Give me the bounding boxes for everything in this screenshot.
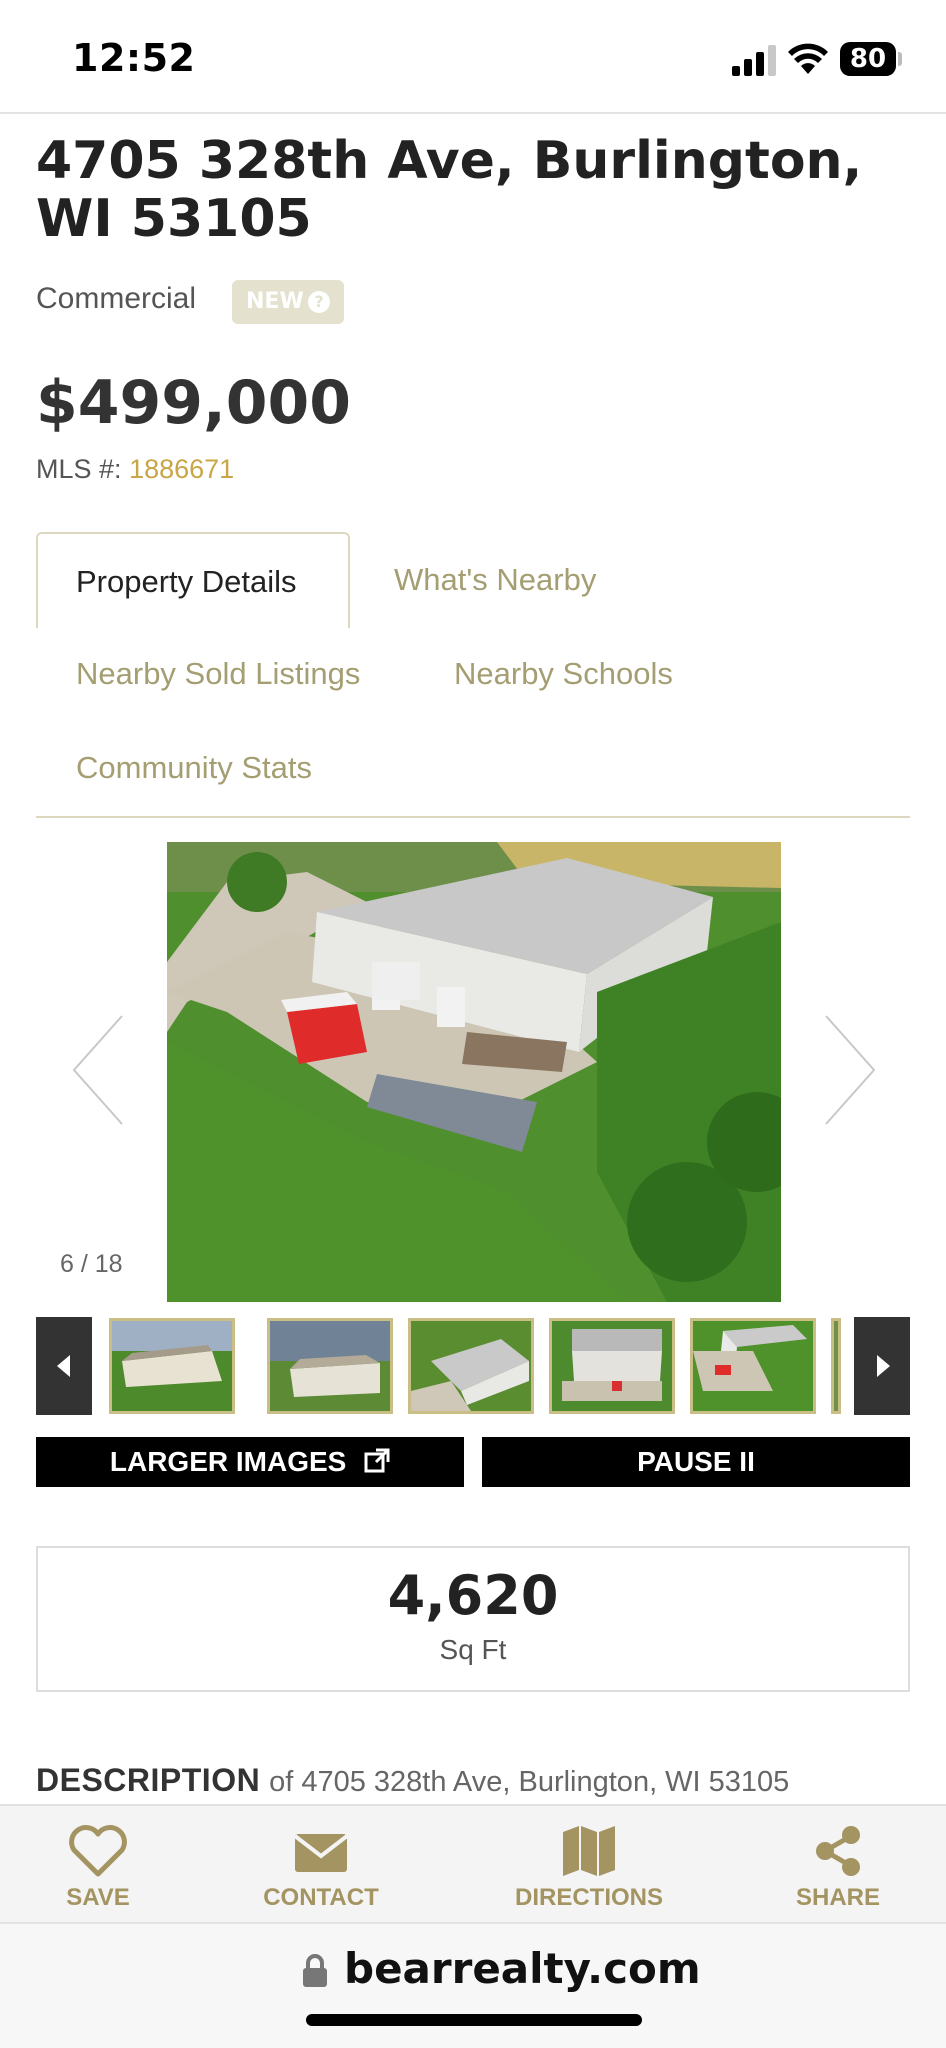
pause-slideshow-button[interactable]: PAUSE II <box>482 1437 910 1487</box>
wifi-icon <box>788 43 828 74</box>
contact-label: CONTACT <box>263 1884 379 1911</box>
help-icon: ? <box>308 291 330 313</box>
save-button[interactable]: SAVE <box>52 1824 144 1912</box>
status-time: 12:52 <box>72 36 196 80</box>
tab-whats-nearby[interactable]: What's Nearby <box>394 562 596 598</box>
tab-community-stats[interactable]: Community Stats <box>76 750 312 786</box>
battery-indicator: 80 <box>840 42 902 76</box>
description-title: DESCRIPTION <box>36 1762 261 1798</box>
tabs-divider <box>36 816 910 818</box>
mls-line: MLS #: 1886671 <box>36 454 234 485</box>
square-footage-card: 4,620 Sq Ft <box>36 1546 910 1692</box>
thumbnails-prev-button[interactable] <box>36 1317 92 1415</box>
cellular-signal-icon <box>732 42 776 76</box>
larger-images-label: LARGER IMAGES <box>109 1446 347 1477</box>
mls-label: MLS #: <box>36 454 122 484</box>
tab-nearby-schools[interactable]: Nearby Schools <box>454 656 673 692</box>
listing-address: 4705 328th Ave, Burlington, WI 53105 <box>36 131 863 249</box>
directions-label: DIRECTIONS <box>514 1884 663 1911</box>
new-badge-label: NEW <box>246 289 304 314</box>
save-label: SAVE <box>66 1884 130 1911</box>
status-bar: 12:52 80 <box>0 0 946 114</box>
description-subtitle: of 4705 328th Ave, Burlington, WI 53105 <box>269 1766 790 1798</box>
photo-counter: 6 / 18 <box>60 1250 123 1278</box>
thumbnail-photo[interactable] <box>549 1318 675 1414</box>
larger-images-button[interactable]: LARGER IMAGES <box>36 1437 464 1487</box>
previous-photo-arrow-icon[interactable] <box>64 1010 134 1130</box>
main-property-photo[interactable] <box>167 842 781 1302</box>
thumbnails-next-button[interactable] <box>854 1317 910 1415</box>
browser-url-bar[interactable]: bearrealty.com <box>0 1922 946 2048</box>
thumbnail-photo[interactable] <box>408 1318 534 1414</box>
bottom-action-bar: SAVE CONTACT DIRECTIONS SHARE <box>0 1804 946 1922</box>
lock-icon <box>303 1954 327 1987</box>
envelope-icon <box>293 1834 349 1872</box>
thumbnail-photo[interactable] <box>267 1318 393 1414</box>
tab-nearby-sold-listings[interactable]: Nearby Sold Listings <box>76 656 360 692</box>
map-icon <box>563 1826 615 1876</box>
external-link-icon <box>364 1448 390 1473</box>
share-icon <box>816 1826 860 1876</box>
description-heading: DESCRIPTION of 4705 328th Ave, Burlingto… <box>36 1762 789 1799</box>
thumbnail-photo[interactable] <box>109 1318 235 1414</box>
sqft-label: Sq Ft <box>439 1634 507 1665</box>
tab-property-details[interactable]: Property Details <box>36 532 350 628</box>
next-photo-arrow-icon[interactable] <box>814 1010 884 1130</box>
share-button[interactable]: SHARE <box>794 1824 882 1912</box>
heart-icon <box>69 1825 127 1877</box>
mls-number-link[interactable]: 1886671 <box>129 454 234 484</box>
home-indicator[interactable] <box>306 2014 642 2026</box>
directions-button[interactable]: DIRECTIONS <box>512 1824 666 1912</box>
thumbnail-photo[interactable] <box>690 1318 816 1414</box>
contact-button[interactable]: CONTACT <box>256 1824 386 1912</box>
new-badge[interactable]: NEW ? <box>232 280 344 324</box>
share-label: SHARE <box>795 1884 880 1911</box>
caret-left-icon <box>57 1355 70 1377</box>
property-type: Commercial <box>36 282 197 315</box>
sqft-value: 4,620 <box>387 1564 559 1627</box>
thumbnail-photo-partial[interactable] <box>831 1318 841 1414</box>
url-text: bearrealty.com <box>344 1944 701 1993</box>
listing-price: $499,000 <box>36 368 352 438</box>
caret-right-icon <box>877 1355 890 1377</box>
